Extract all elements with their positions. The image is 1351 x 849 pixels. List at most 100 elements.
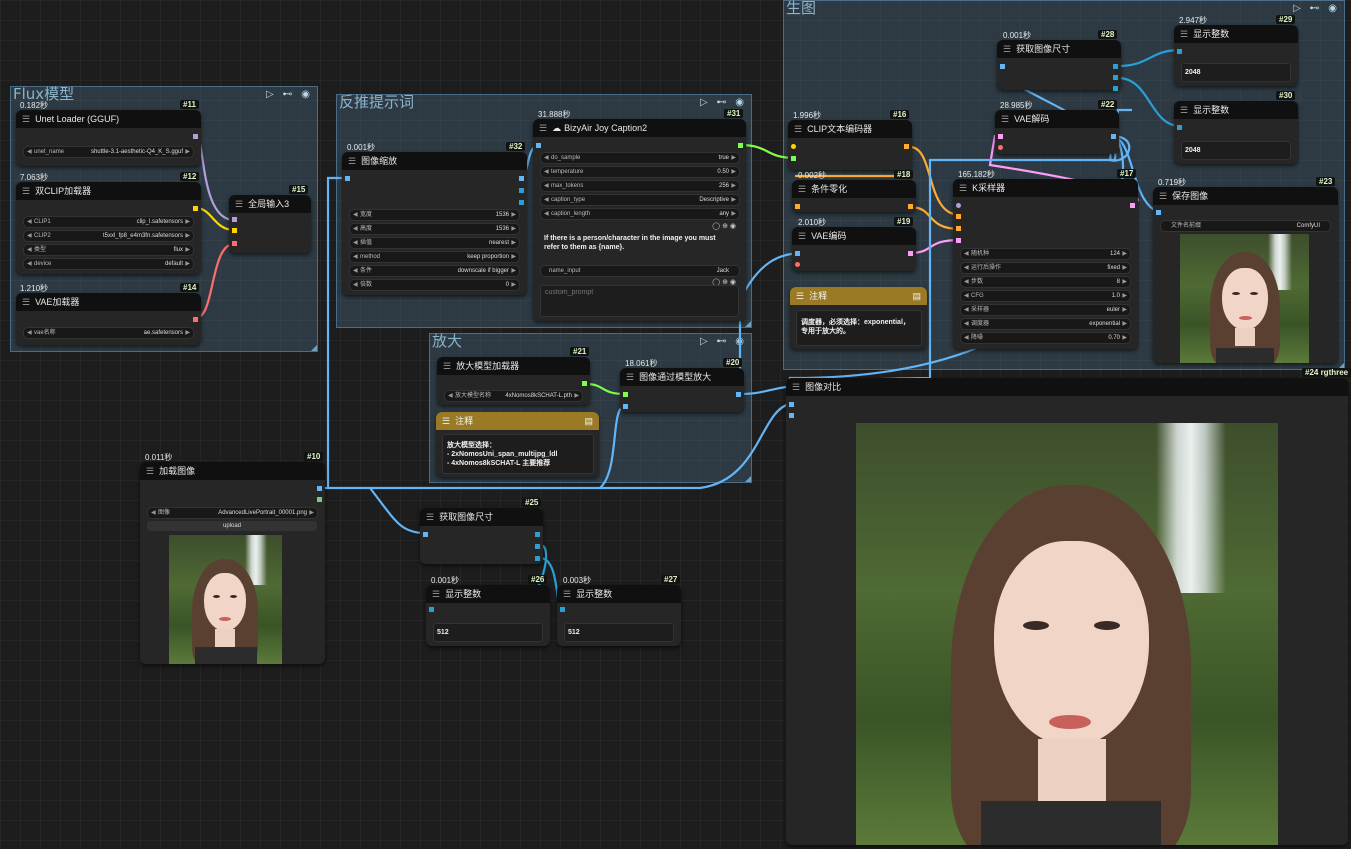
arrow-left-icon[interactable]: ◀ xyxy=(544,195,549,205)
node-header[interactable]: ☰ 图像对比 xyxy=(786,378,1348,396)
arrow-right-icon[interactable]: ▶ xyxy=(1122,305,1127,315)
node-upscale-model-loader[interactable]: ☰ 放大模型加载器 ◀ 放大模型名称 4xNomos8kSCHAT-L.pth ▶ xyxy=(437,357,590,405)
vae-output-slot[interactable] xyxy=(193,317,198,322)
clip-output-slot[interactable] xyxy=(193,206,198,211)
arrow-left-icon[interactable]: ◀ xyxy=(353,224,358,234)
node-header[interactable]: ☰ K采样器 xyxy=(953,179,1138,197)
arrow-left-icon[interactable]: ◀ xyxy=(964,305,969,315)
node-vae-decode[interactable]: ☰ VAE解码 xyxy=(995,110,1119,154)
arrow-left-icon[interactable]: ◀ xyxy=(27,147,32,157)
node-joy-caption[interactable]: ☰ ☁ BizyAir Joy Caption2 ◀ do_sample true ▶ ◀… xyxy=(533,119,746,321)
arrow-right-icon[interactable]: ▶ xyxy=(731,167,736,177)
arrow-left-icon[interactable]: ◀ xyxy=(27,245,32,255)
arrow-left-icon[interactable]: ◀ xyxy=(27,231,32,241)
image-output-slot[interactable] xyxy=(736,392,741,397)
latent-input-slot[interactable] xyxy=(956,238,961,243)
node-header[interactable]: ☰ VAE加载器 xyxy=(16,293,201,311)
temperature-widget[interactable]: ◀ temperature 0.50 ▶ xyxy=(540,166,740,178)
resize-handle[interactable] xyxy=(745,321,751,327)
node-header[interactable]: ☰ 显示整数 xyxy=(426,585,550,603)
node-menu-icon[interactable]: ☰ xyxy=(796,291,804,301)
arrow-left-icon[interactable]: ◀ xyxy=(964,263,969,273)
scheduler-widget[interactable]: ◀ 调度器 exponential ▶ xyxy=(960,318,1131,330)
unet-name-widget[interactable]: ◀ unet_name shuttle-3.1-aesthetic-Q4_K_S.g… xyxy=(23,146,194,158)
comparison-image-preview[interactable] xyxy=(856,423,1278,845)
node-menu-icon[interactable]: ☰ xyxy=(1180,29,1188,39)
filename-prefix-widget[interactable]: 文件名前缀 ComfyUI xyxy=(1160,220,1331,232)
node-display-int-30[interactable]: ☰ 显示整数 2048 xyxy=(1174,101,1298,164)
arrow-left-icon[interactable]: ◀ xyxy=(353,280,358,290)
image-b-input-slot[interactable] xyxy=(789,413,794,418)
node-header[interactable]: ☰ 显示整数 xyxy=(557,585,681,603)
device-widget[interactable]: ◀ device default ▶ xyxy=(23,258,194,270)
max-tokens-widget[interactable]: ◀ max_tokens 256 ▶ xyxy=(540,180,740,192)
arrow-left-icon[interactable]: ◀ xyxy=(964,333,969,343)
arrow-left-icon[interactable]: ◀ xyxy=(27,328,32,338)
caption-type-widget[interactable]: ◀ caption_type Descriptive ▶ xyxy=(540,194,740,206)
arrow-right-icon[interactable]: ▶ xyxy=(185,231,190,241)
image-input-slot[interactable] xyxy=(536,143,541,148)
arrow-left-icon[interactable]: ◀ xyxy=(151,508,156,518)
clip2-widget[interactable]: ◀ CLIP2 t5xxl_fp8_e4m3fn.safetensors ▶ xyxy=(23,230,194,242)
upscale-model-input-slot[interactable] xyxy=(623,392,628,397)
node-dual-clip-loader[interactable]: ☰ 双CLIP加载器 ◀ CLIP1 clip_l.safetensors ▶ ◀ CLI… xyxy=(16,182,201,274)
arrow-right-icon[interactable]: ▶ xyxy=(511,224,516,234)
positive-input-slot[interactable] xyxy=(956,214,961,219)
upscale-model-output-slot[interactable] xyxy=(582,381,587,386)
width-output-slot[interactable] xyxy=(1113,64,1118,69)
do-sample-widget[interactable]: ◀ do_sample true ▶ xyxy=(540,152,740,164)
height-widget[interactable]: ◀ 高度 1536 ▶ xyxy=(349,223,520,235)
node-note-upscale[interactable]: ☰ 注释 ▤ 放大模型选择： - 2xNomosUni_span_multijpg_… xyxy=(436,412,599,477)
samples-input-slot[interactable] xyxy=(998,134,1003,139)
negative-input-slot[interactable] xyxy=(956,226,961,231)
node-header[interactable]: ☰ 显示整数 xyxy=(1174,25,1298,43)
image-input-slot[interactable] xyxy=(1156,210,1161,215)
node-menu-icon[interactable]: ☰ xyxy=(626,372,634,382)
note-header[interactable]: ☰ 注释 ▤ xyxy=(436,412,599,430)
arrow-right-icon[interactable]: ▶ xyxy=(731,195,736,205)
node-menu-icon[interactable]: ☰ xyxy=(563,589,571,599)
node-menu-icon[interactable]: ☰ xyxy=(146,466,154,476)
arrow-right-icon[interactable]: ▶ xyxy=(309,508,314,518)
arrow-left-icon[interactable]: ◀ xyxy=(964,291,969,301)
node-display-int-26[interactable]: ☰ 显示整数 512 xyxy=(426,585,550,646)
caption-length-widget[interactable]: ◀ caption_length any ▶ xyxy=(540,208,740,220)
int-input-slot[interactable] xyxy=(429,607,434,612)
group-toolbar-icons[interactable]: ▷ ⊷ ◉ xyxy=(1293,3,1340,14)
resize-handle[interactable] xyxy=(311,345,317,351)
arrow-right-icon[interactable]: ▶ xyxy=(1122,319,1127,329)
count-output-slot[interactable] xyxy=(535,556,540,561)
arrow-left-icon[interactable]: ◀ xyxy=(353,238,358,248)
arrow-right-icon[interactable]: ▶ xyxy=(574,391,579,401)
arrow-left-icon[interactable]: ◀ xyxy=(544,167,549,177)
node-header[interactable]: ☰ 条件零化 xyxy=(792,180,916,198)
arrow-left-icon[interactable]: ◀ xyxy=(27,217,32,227)
width-widget[interactable]: ◀ 宽度 1536 ▶ xyxy=(349,209,520,221)
upload-button[interactable]: upload xyxy=(147,521,317,531)
image-input-slot[interactable] xyxy=(623,404,628,409)
node-global-input[interactable]: ☰ 全局输入3 xyxy=(229,195,311,253)
node-header[interactable]: ☰ 图像通过模型放大 xyxy=(620,368,744,386)
node-get-image-size-28[interactable]: ☰ 获取图像尺寸 xyxy=(997,40,1121,91)
arrow-left-icon[interactable]: ◀ xyxy=(544,209,549,219)
height-output-slot[interactable] xyxy=(1113,75,1118,80)
arrow-right-icon[interactable]: ▶ xyxy=(185,147,190,157)
arrow-right-icon[interactable]: ▶ xyxy=(731,209,736,219)
node-menu-icon[interactable]: ☰ xyxy=(959,183,967,193)
multiple-widget[interactable]: ◀ 倍数 0 ▶ xyxy=(349,279,520,291)
resize-handle[interactable] xyxy=(745,476,751,482)
node-header[interactable]: ☰ 获取图像尺寸 xyxy=(997,40,1121,58)
arrow-right-icon[interactable]: ▶ xyxy=(511,238,516,248)
count-output-slot[interactable] xyxy=(1113,86,1118,91)
image-file-widget[interactable]: ◀ 图像 AdvancedLivePortrait_00001.png ▶ xyxy=(147,507,318,519)
arrow-left-icon[interactable]: ◀ xyxy=(448,391,453,401)
node-menu-icon[interactable]: ☰ xyxy=(1180,105,1188,115)
arrow-left-icon[interactable]: ◀ xyxy=(353,252,358,262)
arrow-right-icon[interactable]: ▶ xyxy=(511,252,516,262)
node-vae-encode[interactable]: ☰ VAE编码 xyxy=(792,227,916,271)
node-get-image-size-25[interactable]: ☰ 获取图像尺寸 xyxy=(420,508,543,564)
node-k-sampler[interactable]: ☰ K采样器 ◀ 随机种 124 ▶ ◀ 运行后操作 fixed ▶ ◀ 步数 8 ▶ ◀ CFG 1.… xyxy=(953,179,1138,349)
arrow-right-icon[interactable]: ▶ xyxy=(185,245,190,255)
note-header[interactable]: ☰ 注释 ▤ xyxy=(790,287,927,305)
arrow-right-icon[interactable]: ▶ xyxy=(511,266,516,276)
